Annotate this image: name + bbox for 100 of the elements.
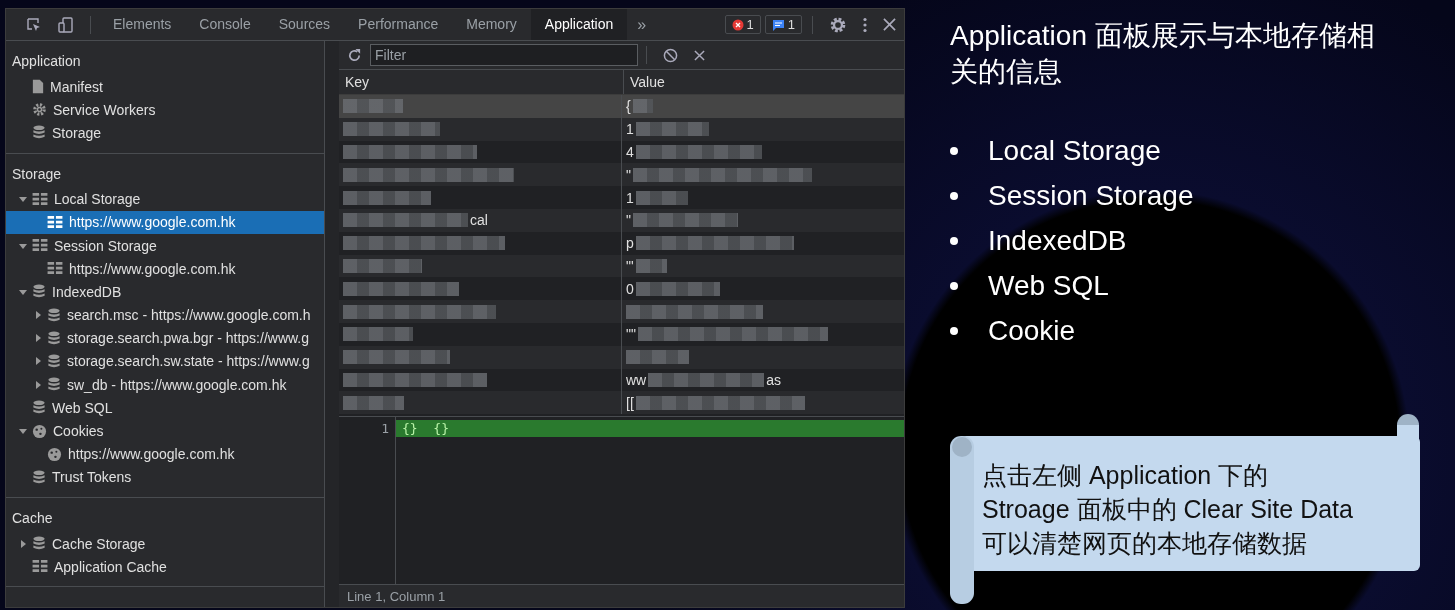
cursor-position: Line 1, Column 1 — [347, 588, 446, 604]
expand-arrow-icon[interactable] — [33, 334, 43, 343]
database-icon — [47, 307, 61, 323]
database-icon — [32, 125, 46, 141]
slide-title: Application 面板展示与本地存储相关的信息 — [950, 19, 1375, 89]
inspect-icon[interactable] — [26, 16, 42, 33]
column-header[interactable]: Key — [339, 70, 624, 94]
file-icon — [32, 79, 44, 95]
sidebar-item[interactable]: Application Cache — [54, 558, 167, 575]
sidebar-item-row[interactable]: search.msc - https://www.google.com.h — [6, 303, 324, 327]
table-cell: 1 — [626, 121, 634, 138]
callout-text: 可以清楚网页的本地存储数据 — [982, 528, 1308, 559]
table-cell: " — [626, 166, 631, 183]
more-tabs-button[interactable]: » — [627, 15, 657, 34]
sidebar-item[interactable]: Service Workers — [53, 101, 156, 118]
error-icon — [731, 18, 744, 31]
table-row[interactable]: "' — [339, 254, 904, 278]
bullet-icon — [950, 191, 958, 200]
device-icon[interactable] — [58, 16, 74, 33]
table-cell: as — [766, 371, 782, 388]
blurred-text — [343, 99, 403, 114]
sidebar-item[interactable]: Cache Storage — [52, 535, 146, 552]
sidebar-item-row[interactable]: https://www.google.com.hk — [6, 257, 324, 281]
table-cell: { — [626, 98, 631, 115]
expand-arrow-icon[interactable] — [33, 380, 43, 389]
table-cell: cal — [470, 212, 488, 229]
table-cell: "" — [626, 326, 636, 343]
expand-arrow-icon[interactable] — [18, 539, 28, 548]
line-number: 1 — [381, 421, 389, 436]
database-icon — [32, 469, 46, 485]
sidebar-item[interactable]: Cookies — [53, 423, 104, 440]
sidebar-item-row[interactable]: storage.search.sw.state - https://www.g — [6, 349, 324, 374]
blurred-text — [632, 99, 653, 114]
blurred-text — [635, 258, 667, 273]
panel-tab[interactable]: Application — [530, 9, 628, 40]
cookie-icon — [32, 423, 47, 439]
bullet-text: Local Storage — [988, 134, 1161, 167]
panel-tab[interactable]: Elements — [99, 9, 186, 40]
database-icon — [32, 284, 46, 300]
close-icon[interactable] — [883, 18, 896, 31]
error-counter[interactable]: 1 — [724, 15, 761, 34]
block-icon[interactable] — [663, 47, 678, 63]
refresh-icon[interactable] — [347, 47, 362, 63]
database-icon — [32, 536, 46, 552]
database-icon — [47, 330, 61, 346]
settings-icon[interactable] — [829, 15, 847, 34]
bullet-text: Cookie — [988, 314, 1076, 347]
panel-tab[interactable]: Memory — [452, 9, 531, 40]
expand-arrow-icon[interactable] — [18, 241, 28, 250]
expand-arrow-icon[interactable] — [18, 195, 28, 204]
sidebar-item-row[interactable]: https://www.google.com.hk — [6, 442, 324, 466]
table-cell: 4 — [626, 144, 634, 160]
table-cell: 0 — [626, 280, 634, 297]
callout-text: Stroage 面板中的 Clear Site Data — [982, 494, 1353, 525]
bullet-text: Session Storage — [988, 179, 1194, 212]
database-icon — [47, 377, 61, 393]
expand-arrow-icon[interactable] — [33, 311, 43, 320]
more-options-icon[interactable] — [863, 16, 867, 33]
table-cell: " — [626, 212, 631, 229]
expand-arrow-icon[interactable] — [18, 287, 28, 296]
section-heading: Application — [11, 52, 82, 71]
sidebar-item[interactable]: Storage — [52, 124, 102, 141]
sidebar-item-row[interactable]: storage.search.pwa.bgr - https://www.g — [6, 326, 324, 350]
table-icon — [32, 560, 48, 574]
sidebar-item[interactable]: Session Storage — [54, 237, 157, 254]
bullet-text: IndexedDB — [988, 224, 1127, 257]
table-row[interactable]: " — [339, 163, 904, 187]
filter-field[interactable]: Filter — [370, 44, 638, 66]
blurred-text — [343, 327, 413, 342]
table-cell: ww — [626, 371, 647, 388]
sidebar-item-row[interactable]: sw_db - https://www.google.com.hk — [6, 373, 324, 397]
table-row[interactable]: [[ — [339, 391, 904, 415]
bullet-icon — [950, 146, 958, 155]
panel-tab[interactable]: Sources — [264, 9, 345, 40]
cookie-icon — [47, 446, 62, 462]
clear-icon[interactable] — [694, 49, 705, 61]
table-cell: 1 — [626, 189, 634, 206]
blurred-text — [635, 190, 688, 205]
table-icon — [47, 262, 63, 276]
table-row[interactable] — [339, 345, 904, 369]
sidebar-item[interactable]: Manifest — [50, 78, 103, 95]
message-icon — [771, 18, 785, 31]
table-row[interactable]: cal " — [339, 209, 904, 232]
table-row[interactable]: 1 — [339, 117, 904, 141]
table-icon — [32, 239, 48, 253]
message-counter[interactable]: 1 — [764, 15, 802, 34]
column-header[interactable]: Value — [624, 70, 904, 94]
table-row[interactable]: { — [339, 95, 904, 118]
panel-tab[interactable]: Performance — [344, 9, 453, 40]
sidebar-item[interactable]: Local Storage — [54, 191, 141, 208]
bullet-icon — [950, 281, 958, 290]
expand-arrow-icon[interactable] — [18, 427, 28, 436]
sidebar-item[interactable]: Web SQL — [52, 399, 113, 416]
panel-tab[interactable]: Console — [185, 9, 265, 40]
sidebar-item[interactable]: Trust Tokens — [52, 469, 132, 486]
blurred-text — [343, 395, 404, 410]
sidebar-item[interactable]: IndexedDB — [52, 283, 122, 300]
expand-arrow-icon[interactable] — [33, 357, 43, 366]
table-cell: p — [626, 235, 634, 252]
sidebar-item-row[interactable]: https://www.google.com.hk — [6, 210, 324, 234]
